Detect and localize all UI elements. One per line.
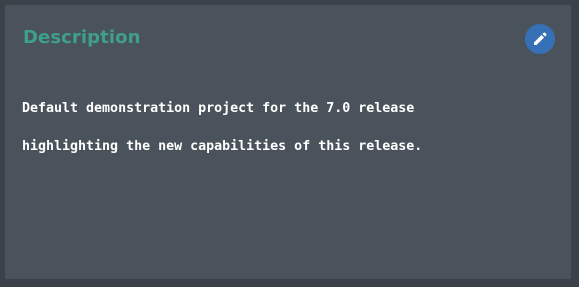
pencil-icon: [532, 31, 548, 47]
card-title: Description: [23, 27, 141, 48]
edit-description-button[interactable]: [525, 24, 555, 54]
description-card: Description Default demonstration projec…: [5, 5, 571, 279]
description-line: Default demonstration project for the 7.…: [22, 101, 415, 116]
description-line: highlighting the new capabilities of thi…: [22, 139, 423, 154]
description-text: Default demonstration project for the 7.…: [22, 80, 542, 175]
